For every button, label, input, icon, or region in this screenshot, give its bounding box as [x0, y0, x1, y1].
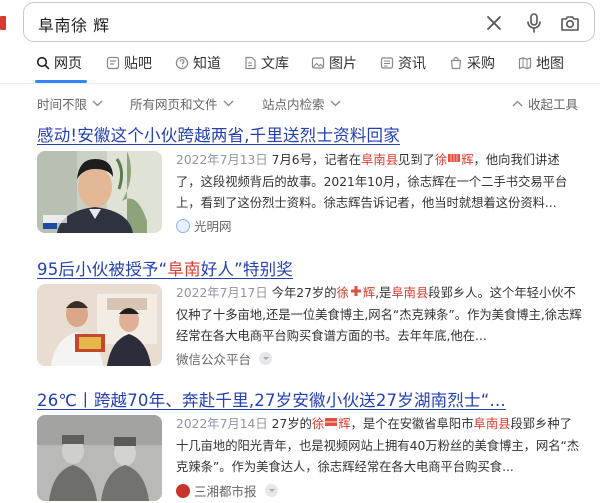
result-title-1[interactable]: 感动!安徽这个小伙跨越两省,千里送烈士资料回家: [37, 122, 400, 146]
snippet-text: 今年27岁的: [271, 286, 337, 300]
result-thumbnail-3[interactable]: [37, 415, 162, 501]
tab-label: 知道: [193, 56, 221, 72]
result-snippet-3: 2022年7月14日 27岁的徐 辉，是个在安徽省阜阳市阜南县段郢乡种了十几亩地的阳…: [176, 414, 584, 479]
tabs-divider: [0, 83, 600, 84]
chevron-down-icon: [330, 100, 340, 107]
result-title-3[interactable]: 26℃丨跨越70年、奔赴千里,27岁安徽小伙送27岁湖南烈士“...: [37, 387, 506, 411]
tab-label: 采购: [467, 56, 495, 72]
search-input[interactable]: 阜南徐 辉: [38, 12, 110, 36]
tieba-icon: [106, 56, 120, 70]
result-title-2[interactable]: 95后小伙被授予“阜南好人”特别奖: [37, 256, 293, 280]
snippet-highlight: 徐: [311, 417, 325, 431]
collapse-tools-label: 收起工具: [528, 97, 579, 112]
collapse-tools[interactable]: 收起工具: [512, 94, 578, 113]
snippet-highlight: 阜南县: [391, 286, 429, 300]
snippet-text: 27岁的: [271, 417, 312, 431]
search-box[interactable]: 阜南徐 辉: [23, 2, 595, 42]
result-snippet-2: 2022年7月17日 今年27岁的徐 辉,是阜南县段郢乡人。这个年轻小伙不仅种了十多…: [176, 283, 584, 348]
source-name: 光明网: [194, 219, 232, 234]
snippet-text: ，是个在安徽省阜阳市: [350, 417, 474, 431]
result-source-3[interactable]: 三湘都市报: [176, 481, 278, 500]
microphone-icon[interactable]: [522, 11, 546, 35]
tab-web[interactable]: 网页: [36, 52, 82, 74]
edge-red-mark: [0, 16, 6, 30]
award-ceremony-photo: [37, 284, 162, 366]
source-menu-icon[interactable]: [264, 484, 278, 497]
shopping-bag-icon: [450, 56, 462, 70]
soldiers-photo: [37, 415, 162, 501]
redaction-mark: [325, 418, 338, 426]
site-filter-label: 站点内检索: [262, 97, 325, 112]
result-date: 2022年7月17日: [176, 286, 268, 300]
young-man-photo: [37, 151, 162, 233]
snippet-highlight: 辉: [461, 153, 474, 167]
redaction-mark: [350, 286, 361, 296]
source-name: 微信公众平台: [176, 352, 252, 367]
scope-filter-label: 所有网页和文件: [130, 97, 218, 112]
tab-label: 资讯: [398, 56, 426, 72]
result-title-highlight: 阜南: [167, 260, 201, 279]
snippet-text: 7月6号，记者在: [271, 153, 362, 167]
result-snippet-1: 2022年7月13日 7月6号，记者在阜南县见到了徐 辉，他向我们讲述了，这段视频背…: [176, 150, 584, 215]
tab-news[interactable]: 资讯: [380, 52, 426, 74]
tab-label: 图片: [329, 56, 357, 72]
snippet-text: 见到了: [398, 153, 435, 167]
result-source-2[interactable]: 微信公众平台: [176, 349, 273, 368]
tab-label: 贴吧: [124, 56, 152, 72]
tab-label: 网页: [54, 56, 82, 72]
tab-label: 地图: [536, 56, 564, 72]
result-source-1[interactable]: 光明网: [176, 216, 232, 235]
result-date: 2022年7月14日: [176, 417, 268, 431]
time-filter[interactable]: 时间不限: [37, 94, 103, 113]
result-title-text: 好人”特别奖: [200, 260, 293, 279]
news-icon: [380, 57, 394, 69]
document-icon: [245, 56, 256, 70]
tab-shopping[interactable]: 采购: [449, 52, 495, 74]
clear-icon[interactable]: [482, 11, 506, 35]
snippet-highlight: 徐: [336, 286, 349, 300]
time-filter-label: 时间不限: [37, 97, 88, 112]
question-icon: [175, 56, 189, 70]
snippet-text: ,是: [375, 286, 392, 300]
map-icon: [518, 57, 532, 70]
source-logo: [176, 218, 190, 233]
source-logo: [176, 483, 190, 498]
image-icon: [311, 57, 325, 69]
search-tabs: 网页 贴吧 知道 文库 图片 资讯 采购 地图: [0, 52, 600, 76]
camera-icon[interactable]: [558, 11, 582, 35]
chevron-up-icon: [512, 100, 523, 107]
result-title-text: 95后小伙被授予“: [37, 260, 168, 279]
tab-map[interactable]: 地图: [518, 52, 564, 74]
snippet-highlight: 辉: [362, 286, 376, 300]
result-thumbnail-2[interactable]: [37, 284, 162, 366]
result-thumbnail-1[interactable]: [37, 151, 162, 233]
tab-tieba[interactable]: 贴吧: [106, 52, 152, 74]
tab-images[interactable]: 图片: [311, 52, 357, 74]
source-menu-icon[interactable]: [259, 352, 273, 365]
search-icon: [36, 56, 50, 70]
site-filter[interactable]: 站点内检索: [262, 94, 341, 113]
scope-filter[interactable]: 所有网页和文件: [130, 94, 234, 113]
tab-wenku[interactable]: 文库: [243, 52, 289, 74]
chevron-down-icon: [92, 100, 103, 107]
source-name: 三湘都市报: [194, 484, 257, 499]
snippet-highlight: 辉: [338, 417, 351, 431]
result-date: 2022年7月13日: [176, 153, 268, 167]
result-title-text: 感动!安徽这个小伙跨越两省,千里送烈士资料回家: [37, 126, 400, 145]
redaction-mark: [448, 154, 461, 162]
snippet-highlight: 阜南县: [361, 153, 399, 167]
tab-label: 文库: [261, 56, 289, 72]
snippet-highlight: 徐: [434, 153, 448, 167]
result-title-text: 26℃丨跨越70年、奔赴千里,27岁安徽小伙送27岁湖南烈士“...: [37, 391, 506, 410]
snippet-highlight: 阜南县: [473, 417, 511, 431]
tab-zhidao[interactable]: 知道: [175, 52, 221, 74]
chevron-down-icon: [223, 100, 233, 107]
